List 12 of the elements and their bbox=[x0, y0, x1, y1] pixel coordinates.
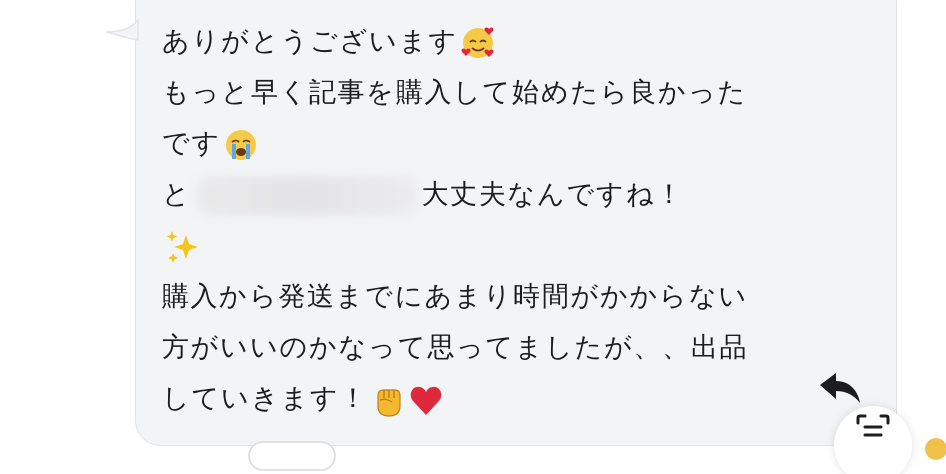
sparkles-icon bbox=[164, 228, 200, 264]
dot-icon bbox=[925, 438, 946, 460]
message-text: 購入から発送までにあまり時間がかからない bbox=[162, 281, 748, 314]
message-text: 大丈夫なんですね！ bbox=[422, 179, 684, 212]
message-text: もっと早く記事を購入して始めたら良かった bbox=[162, 77, 747, 110]
reply-icon[interactable] bbox=[818, 371, 862, 405]
message-text: と bbox=[162, 179, 192, 212]
message-text: 方がいいのかなって思ってましたが、、出品 bbox=[162, 332, 748, 365]
message-text: していきます！ bbox=[162, 383, 368, 416]
message-text: ありがとうございます bbox=[162, 26, 458, 59]
smiling-face-with-hearts-icon bbox=[460, 24, 496, 60]
message-text: です bbox=[162, 128, 222, 161]
